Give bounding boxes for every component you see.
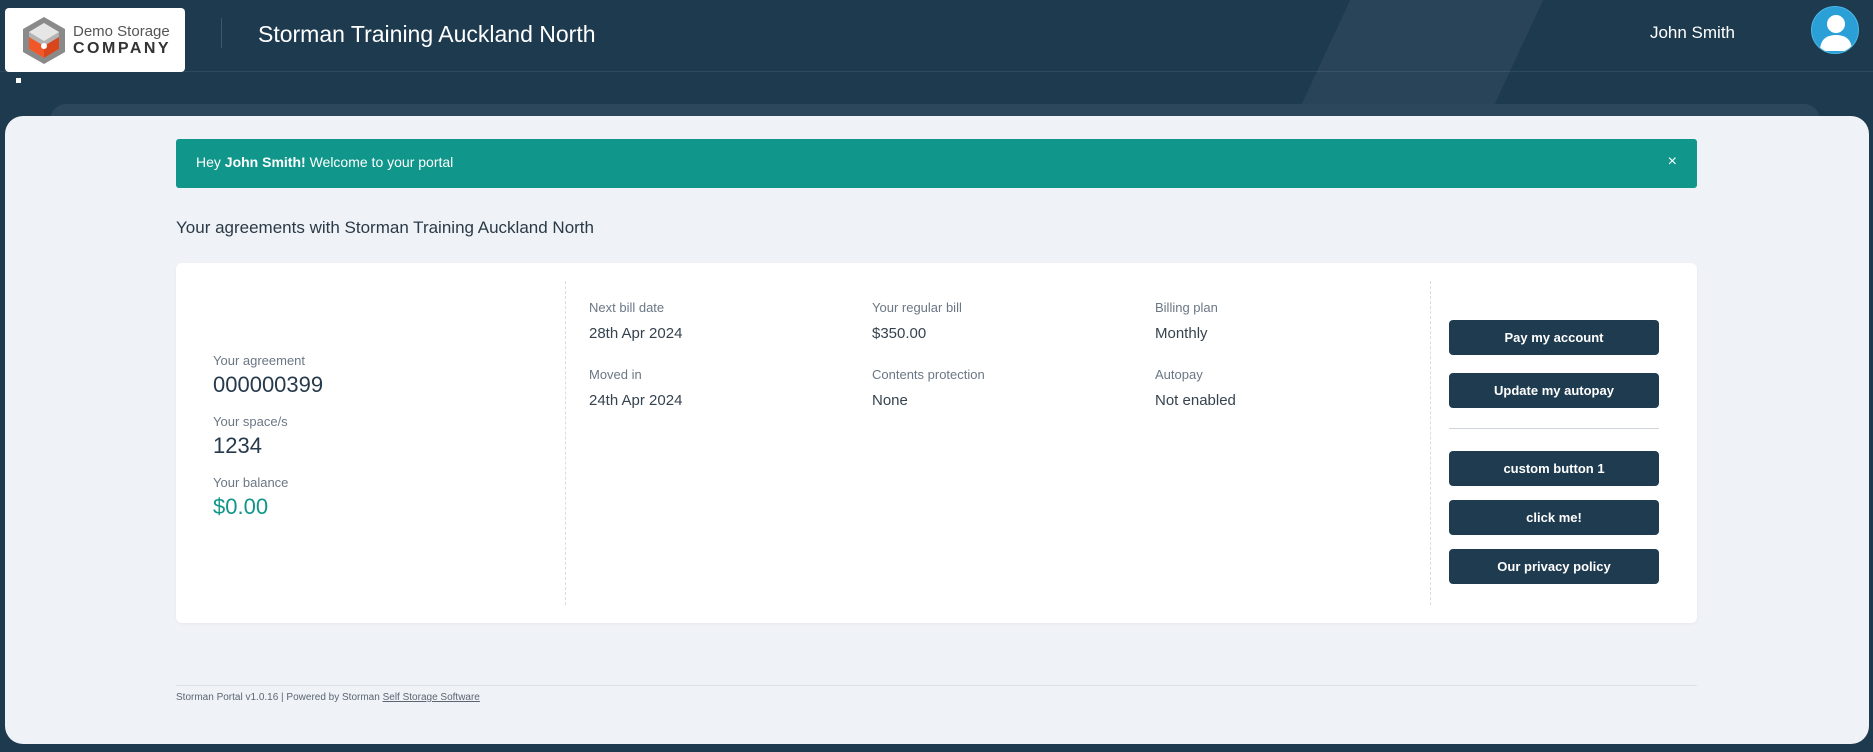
- user-avatar-icon[interactable]: [1811, 6, 1859, 54]
- agreement-number: 000000399: [213, 372, 324, 397]
- site-title: Storman Training Auckland North: [258, 21, 596, 47]
- main-content: Hey John Smith! Welcome to your portal ×…: [5, 116, 1869, 744]
- space-group: Your space/s 1234: [213, 414, 323, 459]
- detail-value: 24th Apr 2024: [589, 392, 683, 409]
- logo-wordmark: Demo Storage COMPANY: [73, 24, 171, 57]
- menu-toggle-marker[interactable]: [15, 77, 22, 84]
- footer: Storman Portal v1.0.16 | Powered by Stor…: [176, 692, 480, 703]
- user-name[interactable]: John Smith: [1650, 23, 1735, 43]
- agreement-summary: Your agreement 000000399 Your space/s 12…: [213, 353, 323, 536]
- detail-value: 28th Apr 2024: [589, 325, 683, 342]
- header-divider: [221, 18, 222, 48]
- alert-prefix: Hey: [196, 154, 225, 170]
- balance-label: Your balance: [213, 475, 289, 490]
- space-number: 1234: [213, 433, 262, 458]
- space-label: Your space/s: [213, 414, 288, 429]
- detail-regular-bill: Your regular bill $350.00: [872, 300, 962, 342]
- detail-value: $350.00: [872, 325, 927, 342]
- cube-logo-icon: [23, 17, 65, 64]
- close-icon[interactable]: ×: [1668, 153, 1677, 171]
- alert-user-name: John Smith!: [224, 154, 306, 170]
- detail-label: Autopay: [1155, 367, 1203, 382]
- detail-label: Moved in: [589, 367, 642, 382]
- detail-billing-plan: Billing plan Monthly: [1155, 300, 1218, 342]
- alert-suffix: Welcome to your portal: [305, 154, 454, 170]
- detail-next-bill-date: Next bill date 28th Apr 2024: [589, 300, 682, 342]
- agreement-number-group: Your agreement 000000399: [213, 353, 323, 398]
- detail-moved-in: Moved in 24th Apr 2024: [589, 367, 682, 409]
- agreements-heading: Your agreements with Storman Training Au…: [176, 218, 594, 237]
- detail-label: Next bill date: [589, 300, 665, 315]
- detail-label: Your regular bill: [872, 300, 962, 315]
- detail-value: None: [872, 392, 908, 409]
- detail-value: Not enabled: [1155, 392, 1236, 409]
- agreement-label: Your agreement: [213, 353, 306, 368]
- update-autopay-button[interactable]: Update my autopay: [1449, 373, 1659, 408]
- click-me-button[interactable]: click me!: [1449, 500, 1659, 535]
- detail-label: Contents protection: [872, 367, 985, 382]
- pay-my-account-button[interactable]: Pay my account: [1449, 320, 1659, 355]
- welcome-alert: Hey John Smith! Welcome to your portal ×: [176, 139, 1697, 188]
- balance-group: Your balance $0.00: [213, 475, 323, 520]
- agreement-card: Your agreement 000000399 Your space/s 12…: [176, 263, 1697, 623]
- detail-label: Billing plan: [1155, 300, 1218, 315]
- detail-autopay: Autopay Not enabled: [1155, 367, 1236, 409]
- custom-button-1[interactable]: custom button 1: [1449, 451, 1659, 486]
- detail-contents-protection: Contents protection None: [872, 367, 985, 409]
- company-logo[interactable]: Demo Storage COMPANY: [5, 8, 185, 72]
- footer-text: Storman Portal v1.0.16 | Powered by Stor…: [176, 692, 383, 703]
- column-divider: [1430, 281, 1431, 605]
- footer-divider: [176, 685, 1697, 686]
- footer-link[interactable]: Self Storage Software: [383, 692, 480, 703]
- logo-line-1: Demo Storage: [73, 22, 170, 40]
- detail-value: Monthly: [1155, 325, 1208, 342]
- top-header: Demo Storage COMPANY Storman Training Au…: [0, 0, 1873, 72]
- balance-amount: $0.00: [213, 494, 269, 519]
- button-separator: [1449, 428, 1659, 429]
- privacy-policy-button[interactable]: Our privacy policy: [1449, 549, 1659, 584]
- column-divider: [565, 281, 566, 605]
- logo-line-2: COMPANY: [73, 39, 172, 57]
